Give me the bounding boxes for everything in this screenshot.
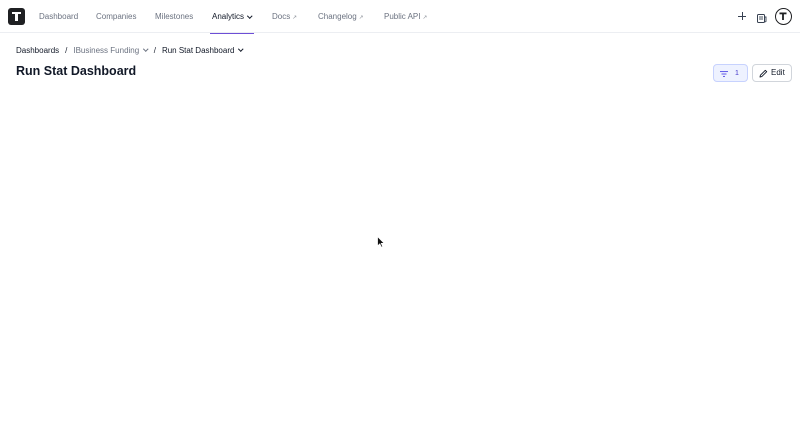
nav-docs-label: Docs <box>272 12 291 21</box>
breadcrumb-current-label: Run Stat Dashboard <box>161 45 235 55</box>
external-link-icon: ↗ <box>358 15 364 21</box>
breadcrumb-current[interactable]: Run Stat Dashboard <box>161 45 244 55</box>
nav-milestones[interactable]: Milestones <box>155 0 193 33</box>
mouse-cursor-icon <box>377 236 385 248</box>
nav-public-api-label: Public API <box>384 12 421 21</box>
chevron-down-icon <box>247 12 253 18</box>
nav-changelog[interactable]: Changelog ↗ <box>318 0 363 33</box>
app-logo[interactable] <box>8 8 25 25</box>
breadcrumb-group[interactable]: IBusiness Funding <box>73 45 149 55</box>
nav-dashboard[interactable]: Dashboard <box>39 0 78 33</box>
edit-button[interactable]: Edit <box>752 64 792 82</box>
breadcrumb-dashboards[interactable]: Dashboards <box>16 46 59 55</box>
nav-analytics[interactable]: Analytics <box>210 0 254 34</box>
breadcrumb-group-label: IBusiness Funding <box>73 45 140 55</box>
user-avatar[interactable] <box>775 8 792 25</box>
filter-icon <box>720 71 728 77</box>
nav-companies-label: Companies <box>96 12 137 21</box>
nav-dashboard-label: Dashboard <box>39 12 79 21</box>
filter-count-badge: 1 <box>735 70 739 77</box>
pencil-icon <box>759 69 768 78</box>
chevron-down-icon <box>143 46 149 52</box>
nav-changelog-label: Changelog <box>318 12 357 21</box>
nav-companies[interactable]: Companies <box>96 0 136 33</box>
page-title: Run Stat Dashboard <box>16 64 137 78</box>
breadcrumb: Dashboards / IBusiness Funding / Run Sta… <box>16 44 244 56</box>
nav-milestones-label: Milestones <box>155 12 194 21</box>
external-link-icon: ↗ <box>292 15 297 21</box>
nav-analytics-label: Analytics <box>212 12 245 21</box>
external-link-icon: ↗ <box>422 15 428 21</box>
chevron-down-icon <box>238 46 244 52</box>
breadcrumb-separator: / <box>153 45 156 55</box>
nav-docs[interactable]: Docs ↗ <box>272 0 297 33</box>
top-nav: Dashboard Companies Milestones Analytics… <box>0 0 800 34</box>
plus-icon[interactable] <box>736 10 748 22</box>
edit-label: Edit <box>771 68 785 77</box>
breadcrumb-separator: / <box>65 45 68 55</box>
nav-public-api[interactable]: Public API ↗ <box>384 0 427 33</box>
filter-button[interactable]: 1 <box>713 64 748 82</box>
news-icon[interactable] <box>756 11 767 23</box>
